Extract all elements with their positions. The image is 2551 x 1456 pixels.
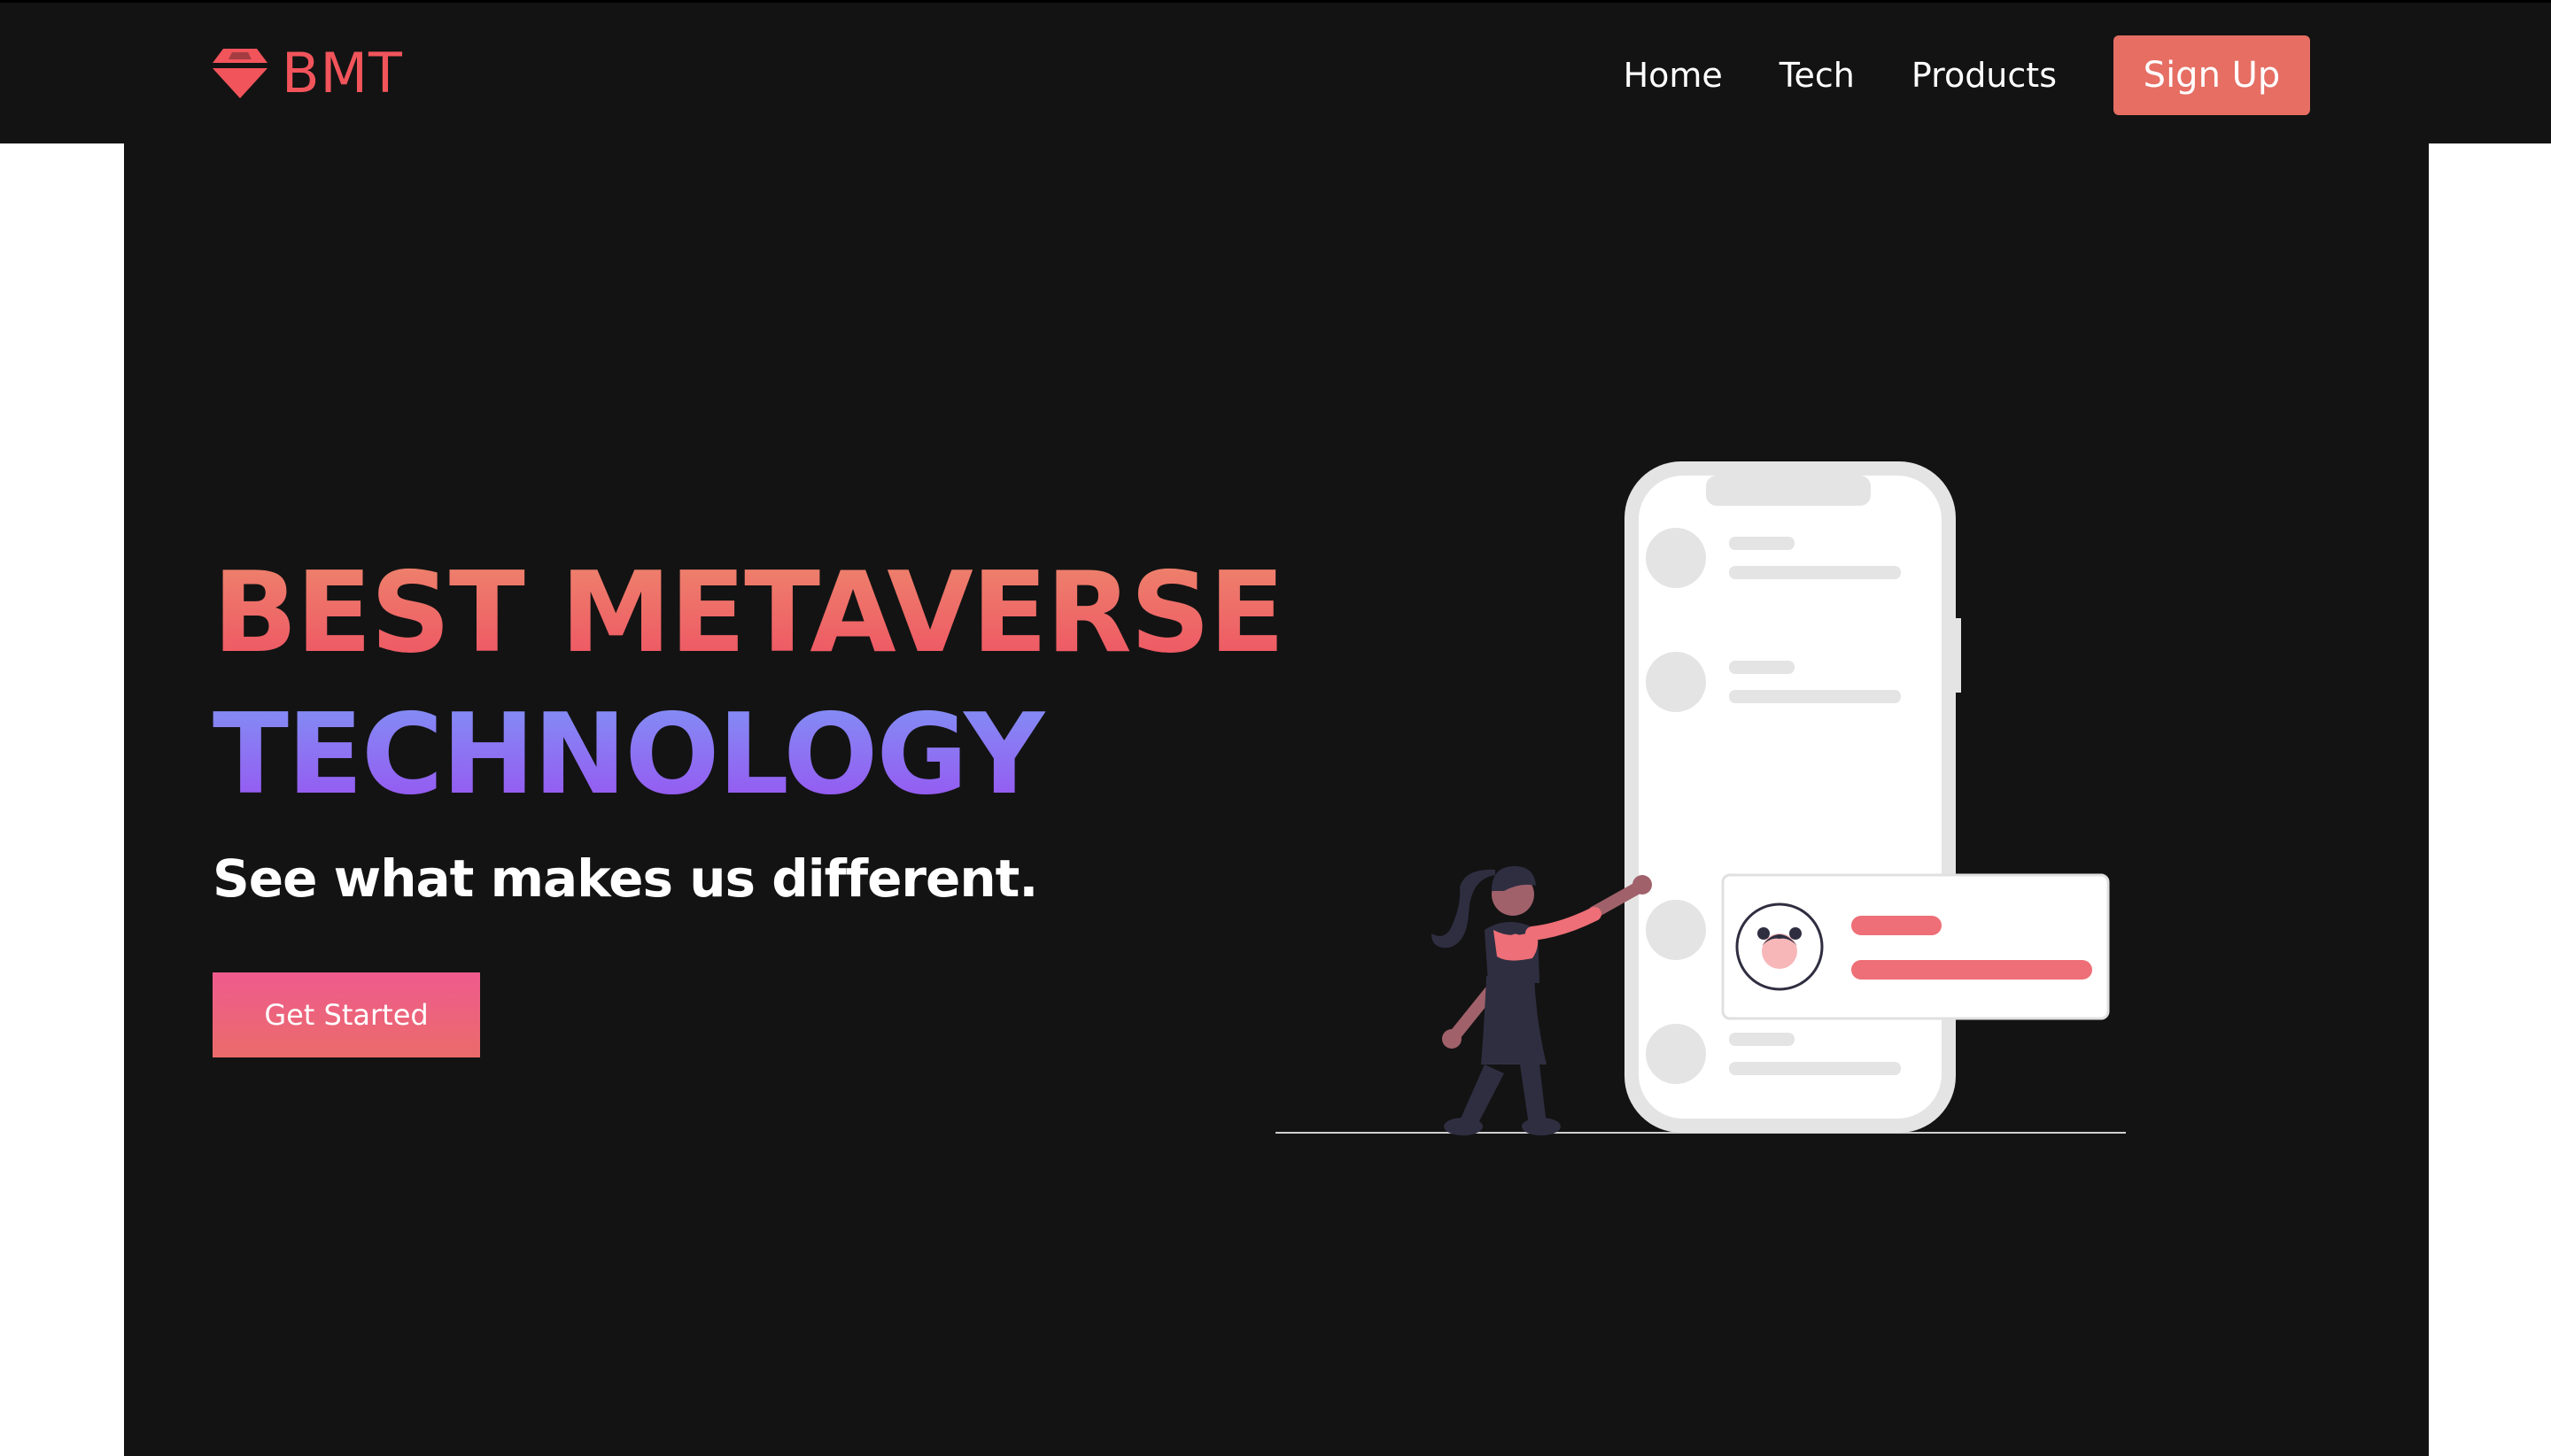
sign-up-button[interactable]: Sign Up [2113,35,2310,115]
nav-link-tech[interactable]: Tech [1779,54,1855,97]
brand-name: BMT [282,41,403,105]
nav-link-products[interactable]: Products [1911,54,2057,97]
hero-heading-line-2: TECHNOLOGY [213,684,1364,825]
hero-heading: BEST METAVERSE TECHNOLOGY [213,542,1364,825]
hero-heading-line-1: BEST METAVERSE [213,542,1364,684]
hero-content: BEST METAVERSE TECHNOLOGY See what makes… [213,542,1364,1057]
hero-subtitle: See what makes us different. [213,848,1038,909]
get-started-button[interactable]: Get Started [213,972,480,1057]
navbar: BMT Home Tech Products Sign Up [0,0,2551,143]
gem-icon [213,49,268,98]
hero-section: BEST METAVERSE TECHNOLOGY See what makes… [124,143,2429,1456]
woman-figure [1431,866,1652,1135]
nav-menu: Home Tech Products Sign Up [1624,35,2310,115]
woman-with-phone-illustration [1276,461,2126,1135]
profile-card [1721,873,2110,1020]
brand-logo-link[interactable]: BMT [211,45,403,102]
phone-mockup [1624,461,1961,1133]
nav-link-home[interactable]: Home [1624,54,1723,97]
